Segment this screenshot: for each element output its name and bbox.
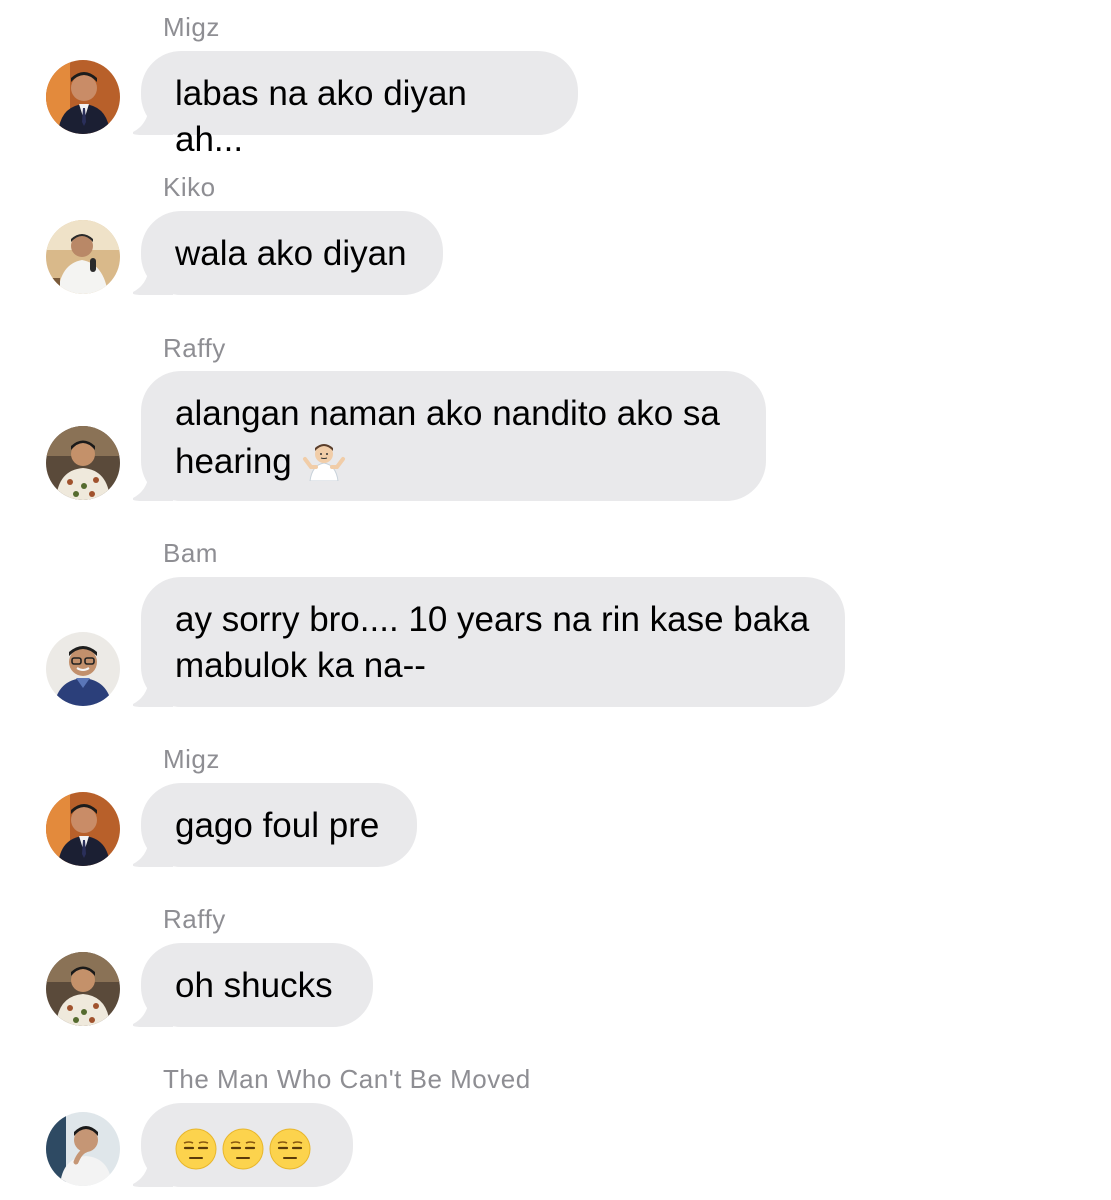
sender-name: Migz (163, 12, 220, 42)
sender-name: Bam (163, 538, 218, 568)
sender-name: Raffy (163, 333, 226, 363)
shrug-emoji-icon (302, 437, 346, 481)
message-text-fragment: hearing (175, 442, 292, 481)
message-bubble[interactable]: gago foul pre (133, 783, 417, 867)
avatar-raffy[interactable] (46, 952, 120, 1026)
avatar-migz[interactable] (46, 60, 120, 134)
message-bubble[interactable]: oh shucks (133, 943, 373, 1027)
avatar-raffy[interactable] (46, 426, 120, 500)
avatar-bam[interactable] (46, 632, 120, 706)
message-bubble[interactable]: labas na ako diyan ah... (133, 51, 578, 159)
message-text-line: ay sorry bro.... 10 years na rin kase ba… (175, 600, 810, 639)
unamused-face-icon (222, 1128, 264, 1170)
message-text: gago foul pre (175, 806, 380, 845)
message-text: alangan naman ako nandito ako sa hearing (175, 391, 732, 485)
sender-name: Kiko (163, 172, 216, 202)
message-text-line: alangan naman ako nandito ako sa (175, 394, 720, 433)
message-bubble[interactable] (133, 1103, 353, 1187)
sender-name: The Man Who Can't Be Moved (163, 1064, 531, 1094)
avatar-kiko[interactable] (46, 220, 120, 294)
message-emoji-row (175, 1127, 316, 1170)
avatar-migz[interactable] (46, 792, 120, 866)
message-text: wala ako diyan (175, 234, 407, 273)
message-bubble[interactable]: ay sorry bro.... 10 years na rin kase ba… (133, 577, 845, 707)
message-bubble[interactable]: wala ako diyan (133, 211, 443, 295)
unamused-face-icon (269, 1128, 311, 1170)
message-text: labas na ako diyan ah... (175, 74, 467, 159)
message-text-line: mabulok ka na-- (175, 646, 426, 685)
message-text: oh shucks (175, 966, 333, 1005)
unamused-face-icon (175, 1128, 217, 1170)
sender-name: Migz (163, 744, 220, 774)
message-text-line: hearing (175, 437, 732, 485)
message-bubble[interactable]: alangan naman ako nandito ako sa hearing (133, 371, 766, 501)
sender-name: Raffy (163, 904, 226, 934)
avatar-man[interactable] (46, 1112, 120, 1186)
message-text: ay sorry bro.... 10 years na rin kase ba… (175, 597, 811, 689)
